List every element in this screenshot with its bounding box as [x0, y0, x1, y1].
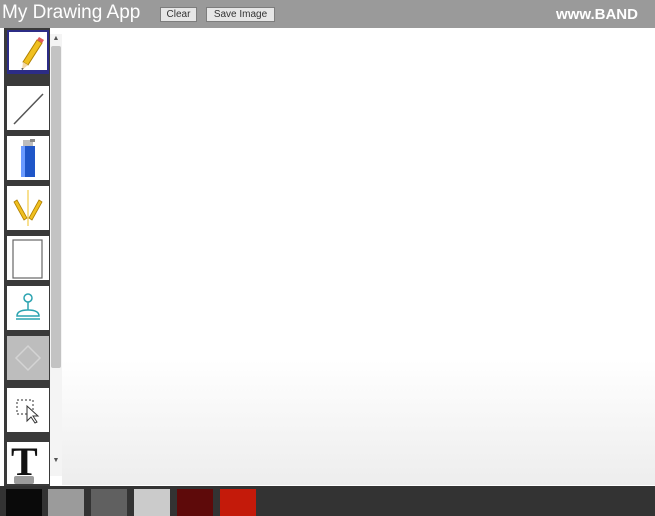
tool-select[interactable] [7, 388, 49, 432]
drawing-app: My Drawing App Clear Save Image www.BAND [0, 0, 655, 516]
tool-strip: T [4, 28, 50, 486]
symmetry-pencils-icon [13, 190, 43, 226]
header-bar: My Drawing App Clear Save Image www.BAND [0, 0, 655, 28]
color-swatch[interactable] [177, 489, 213, 516]
color-swatch[interactable] [6, 489, 42, 516]
tool-rectangle[interactable] [7, 236, 49, 280]
spray-can-icon [21, 139, 35, 177]
app-title: My Drawing App [2, 2, 141, 23]
line-icon [13, 93, 44, 125]
brand-text: www.BAND [556, 6, 638, 23]
color-swatch[interactable] [134, 489, 170, 516]
scroll-down-icon[interactable]: ▼ [50, 456, 62, 466]
diamond-icon [14, 344, 42, 372]
scroll-up-icon[interactable]: ▲ [50, 34, 62, 44]
clear-button[interactable]: Clear [160, 7, 197, 22]
color-swatch[interactable] [220, 489, 256, 516]
tool-pencil[interactable] [7, 30, 49, 74]
tool-symmetry-brush[interactable] [7, 186, 49, 230]
tool-stamp[interactable] [7, 286, 49, 330]
tool-shape[interactable] [7, 336, 49, 380]
tool-panel: T ▲ ▼ [0, 28, 62, 486]
tool-line[interactable] [7, 86, 49, 130]
color-swatch[interactable] [91, 489, 127, 516]
rectangle-icon [12, 239, 43, 279]
selection-cursor-icon [16, 399, 40, 424]
color-swatch[interactable] [48, 489, 84, 516]
stamp-icon [16, 293, 40, 320]
color-palette [0, 486, 655, 516]
horizontal-scroll-thumb[interactable] [14, 476, 34, 484]
scroll-thumb[interactable] [51, 46, 61, 368]
drawing-canvas[interactable] [62, 30, 655, 485]
tool-scrollbar[interactable]: ▲ ▼ [50, 34, 62, 476]
save-image-button[interactable]: Save Image [206, 7, 275, 22]
tool-spray[interactable] [7, 136, 49, 180]
pencil-icon [21, 37, 44, 70]
